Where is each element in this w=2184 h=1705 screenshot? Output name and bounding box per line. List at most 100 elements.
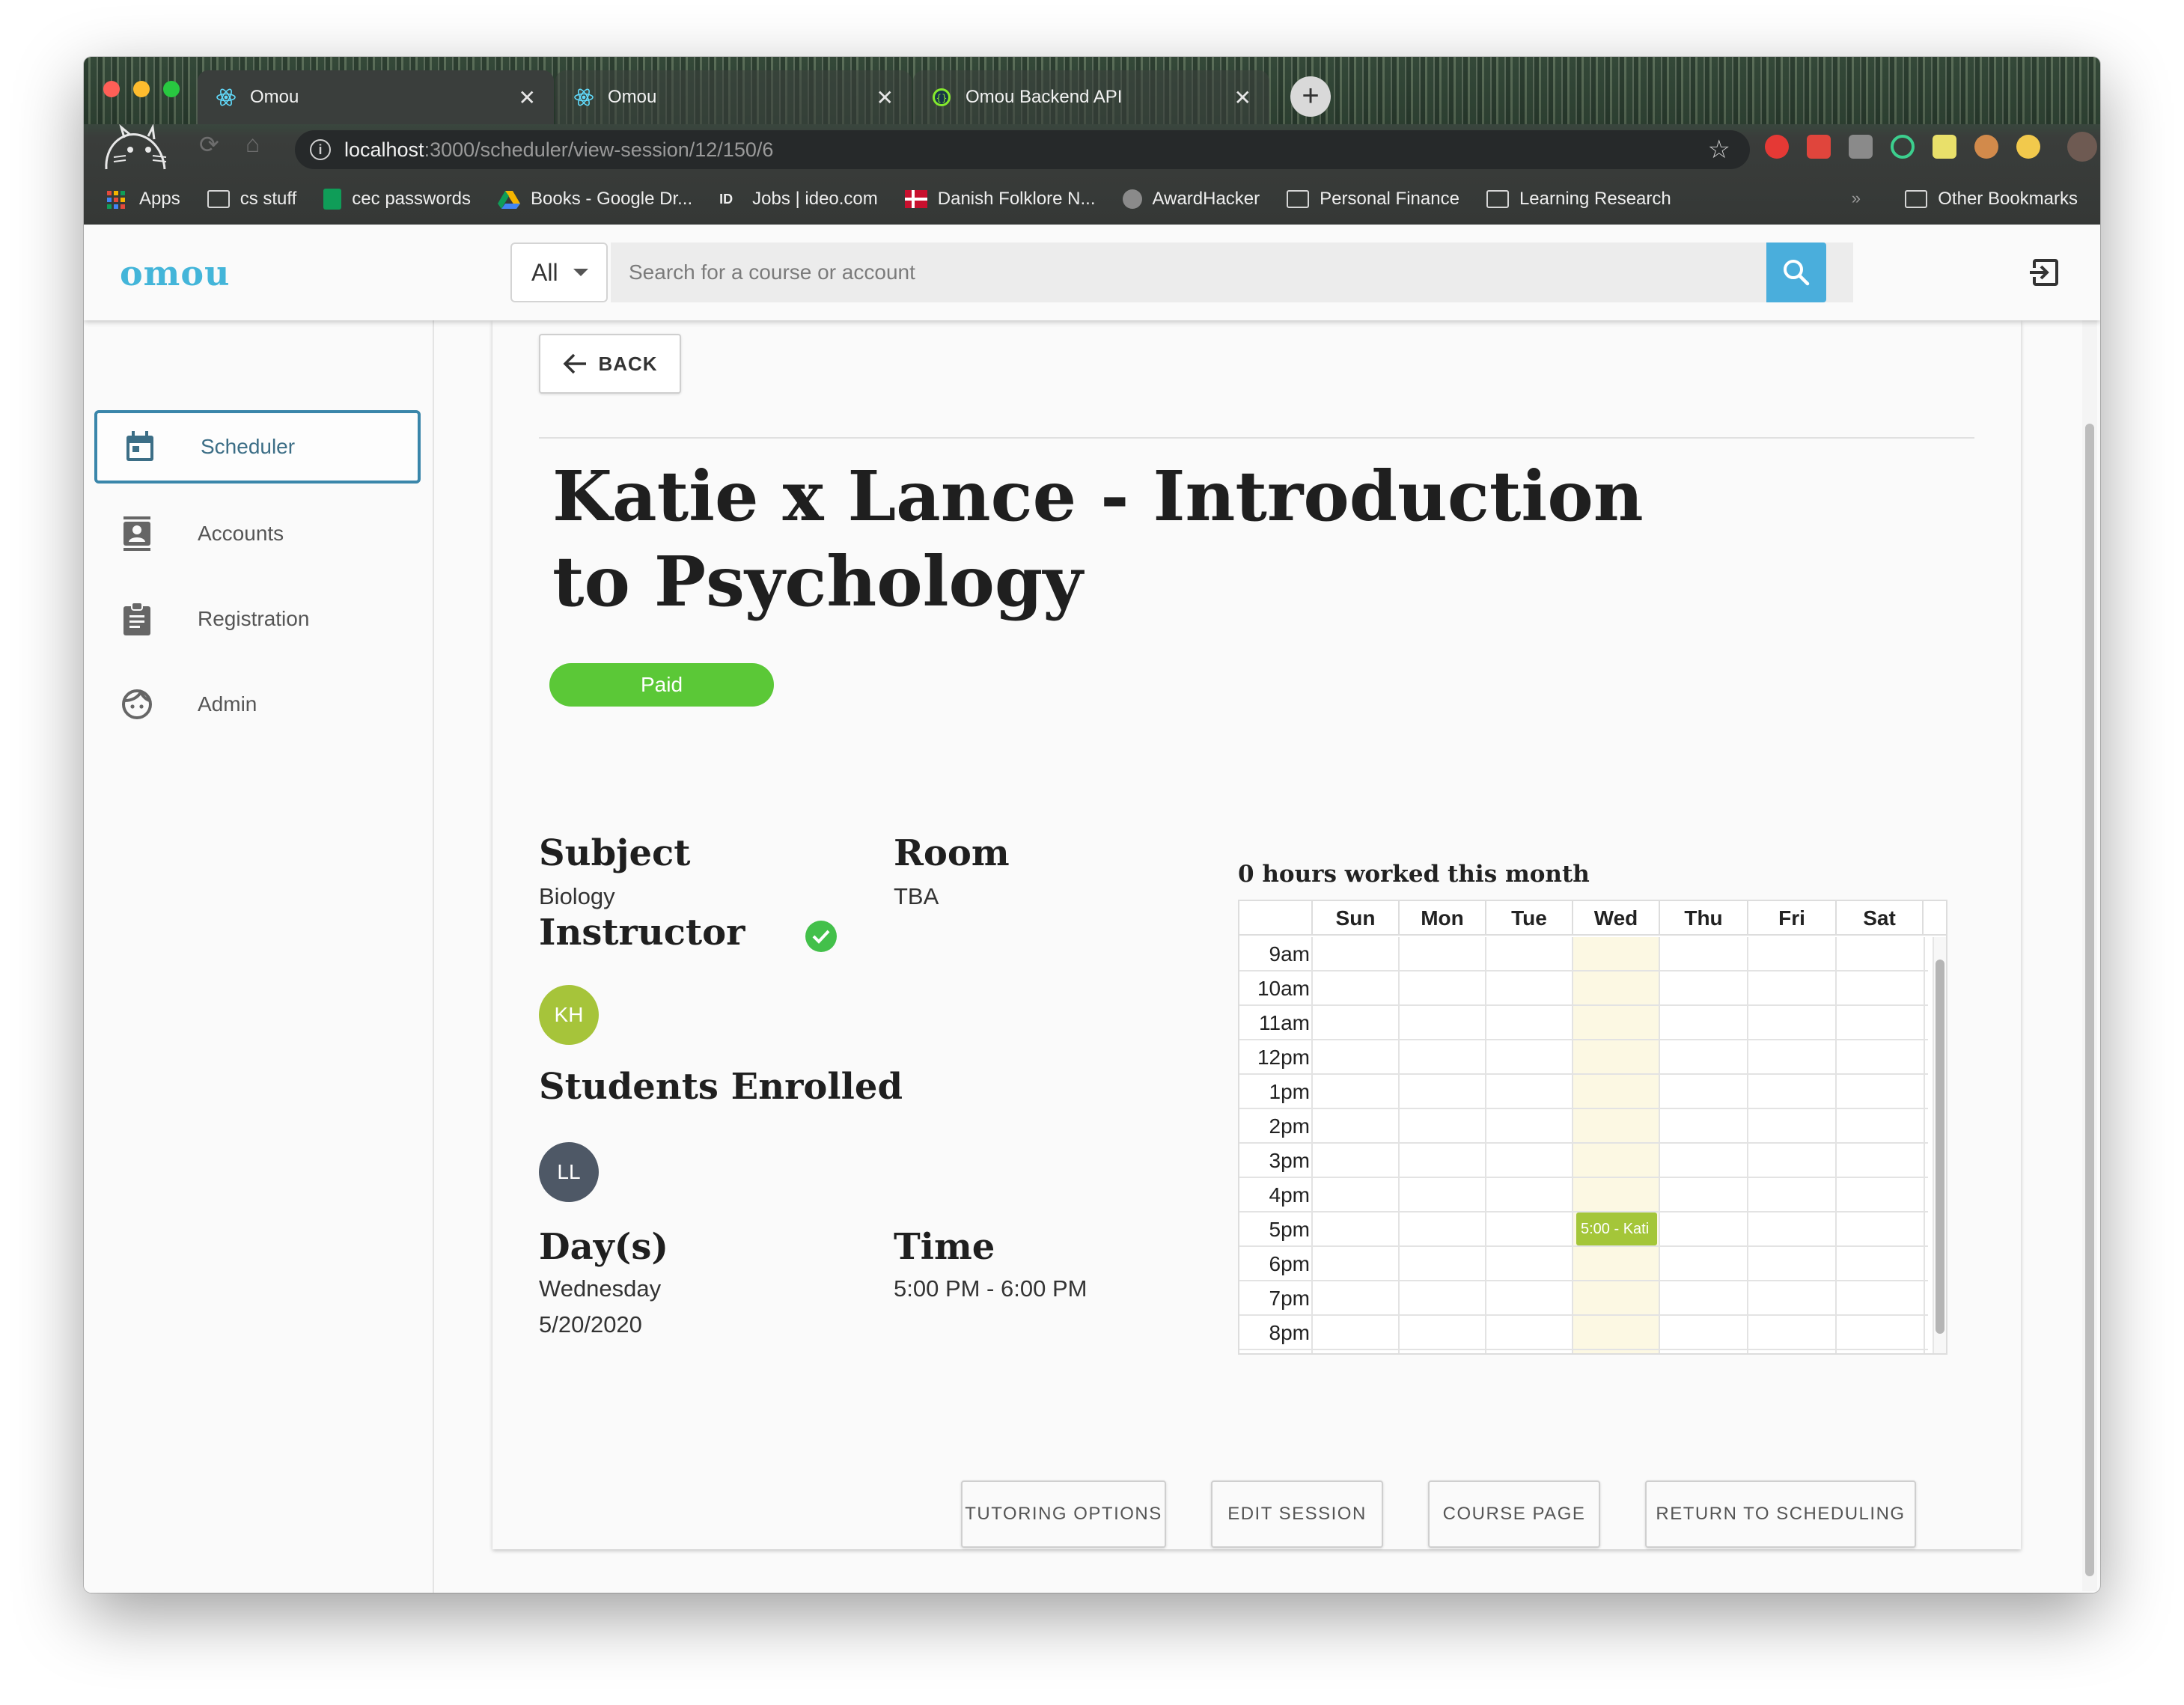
bookmarks-bar: Apps cs stuff cec passwords Books - Goog…: [84, 174, 2100, 225]
grid-line: [1398, 937, 1400, 1353]
bookmark-cs-stuff[interactable]: cs stuff: [207, 189, 296, 210]
room-value: TBA: [894, 883, 939, 909]
folder-icon: [1905, 190, 1928, 208]
address-bar[interactable]: i localhost:3000/scheduler/view-session/…: [295, 130, 1750, 169]
days-heading: Day(s): [539, 1226, 669, 1268]
course-page-button[interactable]: COURSE PAGE: [1428, 1480, 1600, 1548]
hour-label: 4pm: [1269, 1183, 1310, 1207]
browser-tab-omou-1[interactable]: Omou ✕: [198, 70, 554, 124]
tab-title: Omou: [608, 87, 657, 107]
hour-row: 8pm: [1239, 1316, 1928, 1350]
contacts-icon: [120, 516, 154, 551]
sidebar-item-admin[interactable]: Admin: [94, 668, 421, 741]
browser-tab-backend-api[interactable]: {} Omou Backend API ✕: [913, 70, 1269, 124]
home-icon[interactable]: ⌂: [245, 130, 260, 158]
bookmark-learning-research[interactable]: Learning Research: [1486, 189, 1671, 210]
ideo-icon: ID: [719, 192, 733, 207]
arrow-left-icon: [563, 353, 587, 374]
apps-grid-icon: [106, 190, 129, 209]
search-filter-value: All: [531, 258, 558, 286]
day-value: Wednesday: [539, 1275, 662, 1302]
calendar-icon: [123, 430, 157, 464]
site-info-icon[interactable]: i: [310, 139, 331, 160]
totoro-avatar-icon[interactable]: [91, 124, 181, 174]
sidebar-item-registration[interactable]: Registration: [94, 582, 421, 656]
hour-label: 9pm: [1239, 1350, 1310, 1353]
sidebar-item-label: Registration: [198, 607, 310, 630]
bookmark-personal-finance[interactable]: Personal Finance: [1287, 189, 1459, 210]
bookmark-cec-passwords[interactable]: cec passwords: [323, 189, 471, 210]
instructor-avatar[interactable]: KH: [539, 985, 599, 1045]
back-button[interactable]: BACK: [539, 334, 681, 394]
bookmark-jobs-ideo[interactable]: ID Jobs | ideo.com: [719, 189, 878, 210]
close-tab-icon[interactable]: ✕: [876, 85, 894, 110]
status-badge: Paid: [549, 663, 774, 707]
grid-line: [1924, 937, 1925, 1353]
flag-icon: [904, 190, 927, 208]
browser-window: Omou ✕ Omou ✕ {} Omou Backend API ✕ + ⟳ …: [84, 57, 2100, 1593]
day-header-wed: Wed: [1572, 901, 1659, 936]
chevron-down-icon: [573, 269, 588, 276]
instructor-heading: Instructor: [539, 912, 745, 954]
page-title: Katie x Lance - Introduction to Psycholo…: [552, 456, 1644, 622]
tutoring-options-button[interactable]: TUTORING OPTIONS: [961, 1480, 1166, 1548]
minimize-window-button[interactable]: [133, 81, 150, 97]
hour-label: 10am: [1257, 977, 1310, 1000]
zoom-window-button[interactable]: [163, 81, 180, 97]
svg-text:{}: {}: [936, 93, 947, 103]
close-tab-icon[interactable]: ✕: [519, 85, 536, 110]
close-tab-icon[interactable]: ✕: [1234, 85, 1251, 110]
return-to-scheduling-button[interactable]: RETURN TO SCHEDULING: [1645, 1480, 1916, 1548]
search-input[interactable]: [629, 260, 1853, 284]
sidebar-item-scheduler[interactable]: Scheduler: [94, 410, 421, 484]
day-header-mon: Mon: [1398, 901, 1485, 936]
hour-row: 3pm: [1239, 1144, 1928, 1178]
hour-label: 7pm: [1269, 1287, 1310, 1310]
bookmark-apps[interactable]: Apps: [106, 189, 180, 210]
browser-chrome: Omou ✕ Omou ✕ {} Omou Backend API ✕ + ⟳ …: [84, 57, 2100, 225]
edit-session-button[interactable]: EDIT SESSION: [1211, 1480, 1383, 1548]
profile-avatar[interactable]: [2067, 132, 2097, 162]
sidebar: Scheduler Accounts Registration Admin: [84, 320, 434, 1593]
calendar-event[interactable]: 5:00 - Kati: [1576, 1213, 1657, 1245]
face-icon: [120, 687, 154, 722]
bookmark-books-drive[interactable]: Books - Google Dr...: [498, 189, 692, 210]
subject-value: Biology: [539, 883, 615, 909]
grid-line: [1747, 937, 1748, 1353]
cookie-extension-icon[interactable]: [1974, 135, 1998, 159]
browser-tab-omou-2[interactable]: Omou ✕: [555, 70, 912, 124]
hour-label: 3pm: [1269, 1149, 1310, 1172]
hours-worked-summary: 0 hours worked this month: [1238, 861, 1590, 888]
calendar-scrollbar-thumb[interactable]: [1936, 960, 1944, 1334]
bookmark-awardhacker[interactable]: AwardHacker: [1122, 189, 1260, 210]
hand-extension-icon[interactable]: [2016, 135, 2040, 159]
globe-icon: [1122, 189, 1142, 209]
search-button[interactable]: [1766, 243, 1826, 302]
react-icon: [216, 87, 237, 108]
new-tab-button[interactable]: +: [1290, 76, 1331, 117]
day-header-tue: Tue: [1485, 901, 1572, 936]
student-avatar[interactable]: LL: [539, 1142, 599, 1202]
grid-line: [1485, 937, 1486, 1353]
other-bookmarks[interactable]: Other Bookmarks: [1905, 174, 2078, 225]
bookmark-star-icon[interactable]: ☆: [1708, 135, 1730, 165]
bookmark-danish-folklore[interactable]: Danish Folklore N...: [904, 189, 1096, 210]
adblock-extension-icon[interactable]: [1765, 135, 1789, 159]
students-enrolled-heading: Students Enrolled: [539, 1066, 903, 1108]
extension-icon[interactable]: [1807, 135, 1831, 159]
reload-icon[interactable]: ⟳: [199, 130, 219, 159]
logout-icon[interactable]: [2027, 254, 2063, 290]
omou-logo[interactable]: omou: [120, 253, 230, 293]
room-heading: Room: [894, 832, 1010, 874]
page-scrollbar-thumb[interactable]: [2085, 424, 2094, 1576]
close-window-button[interactable]: [103, 81, 120, 97]
facebook-extension-icon[interactable]: [1849, 135, 1873, 159]
more-bookmarks-chevron[interactable]: »: [1852, 189, 1861, 208]
clipboard-icon: [120, 602, 154, 636]
search-filter-select[interactable]: All: [510, 243, 608, 302]
calendar-body[interactable]: 9am 10am 11am 12pm 1pm 2pm 3pm 4pm 5pm 6…: [1239, 937, 1928, 1353]
sidebar-item-accounts[interactable]: Accounts: [94, 497, 421, 570]
notes-extension-icon[interactable]: [1933, 135, 1956, 159]
day-header-sun: Sun: [1311, 901, 1398, 936]
grammarly-extension-icon[interactable]: [1891, 135, 1915, 159]
